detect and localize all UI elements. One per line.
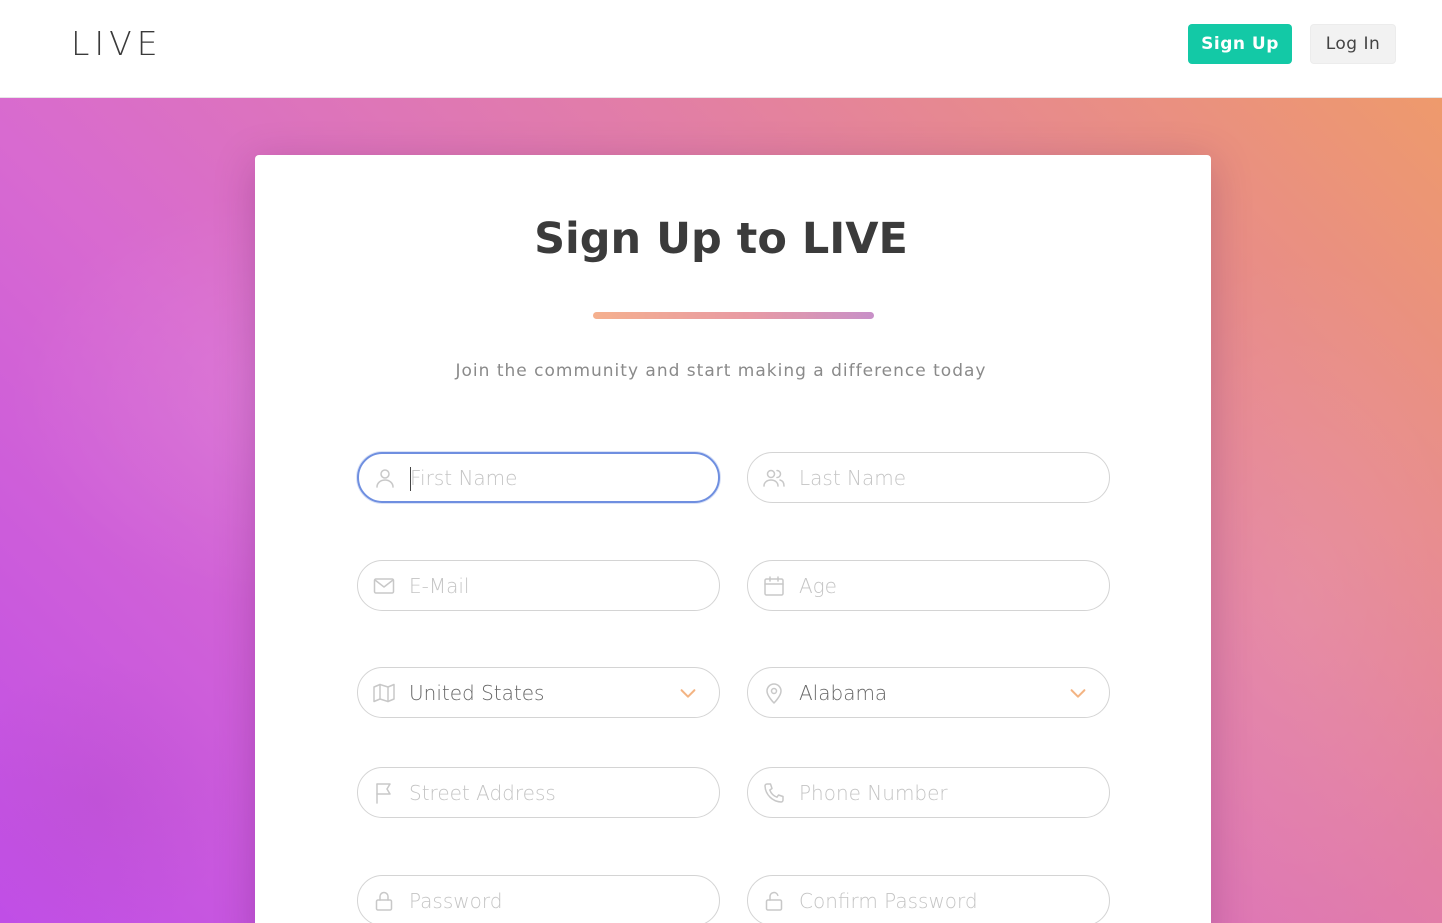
state-select[interactable]: Alabama xyxy=(747,667,1110,718)
map-icon xyxy=(371,680,397,706)
lock-icon xyxy=(371,888,397,914)
email-field[interactable] xyxy=(357,560,720,611)
confirm-password-field[interactable] xyxy=(747,875,1110,923)
state-value: Alabama xyxy=(799,680,888,705)
phone-number-input[interactable] xyxy=(799,768,1089,817)
street-address-field[interactable] xyxy=(357,767,720,818)
country-select[interactable]: United States xyxy=(357,667,720,718)
street-address-input[interactable] xyxy=(409,768,699,817)
last-name-input[interactable] xyxy=(799,453,1089,502)
first-name-field[interactable] xyxy=(357,452,720,503)
mail-icon xyxy=(371,573,397,599)
user-icon xyxy=(372,465,398,491)
phone-icon xyxy=(761,780,787,806)
top-navbar: LIVE Sign Up Log In xyxy=(0,0,1442,98)
last-name-field[interactable] xyxy=(747,452,1110,503)
first-name-input[interactable] xyxy=(410,454,700,501)
phone-number-field[interactable] xyxy=(747,767,1110,818)
logo[interactable]: LIVE xyxy=(71,24,163,63)
unlock-icon xyxy=(761,888,787,914)
form-title: Sign Up to LIVE xyxy=(534,214,908,264)
email-input[interactable] xyxy=(409,561,699,610)
map-pin-icon xyxy=(761,680,787,706)
password-field[interactable] xyxy=(357,875,720,923)
login-button[interactable]: Log In xyxy=(1310,24,1396,64)
confirm-password-input[interactable] xyxy=(799,876,1089,923)
age-field[interactable] xyxy=(747,560,1110,611)
signup-button[interactable]: Sign Up xyxy=(1188,24,1292,64)
calendar-icon xyxy=(761,573,787,599)
country-value: United States xyxy=(409,680,545,705)
chevron-down-icon[interactable] xyxy=(677,682,699,704)
age-input[interactable] xyxy=(799,561,1089,610)
chevron-down-icon[interactable] xyxy=(1067,682,1089,704)
form-subtitle: Join the community and start making a di… xyxy=(455,361,987,381)
flag-icon xyxy=(371,780,397,806)
title-underline xyxy=(593,312,874,319)
users-icon xyxy=(761,465,787,491)
password-input[interactable] xyxy=(409,876,699,923)
